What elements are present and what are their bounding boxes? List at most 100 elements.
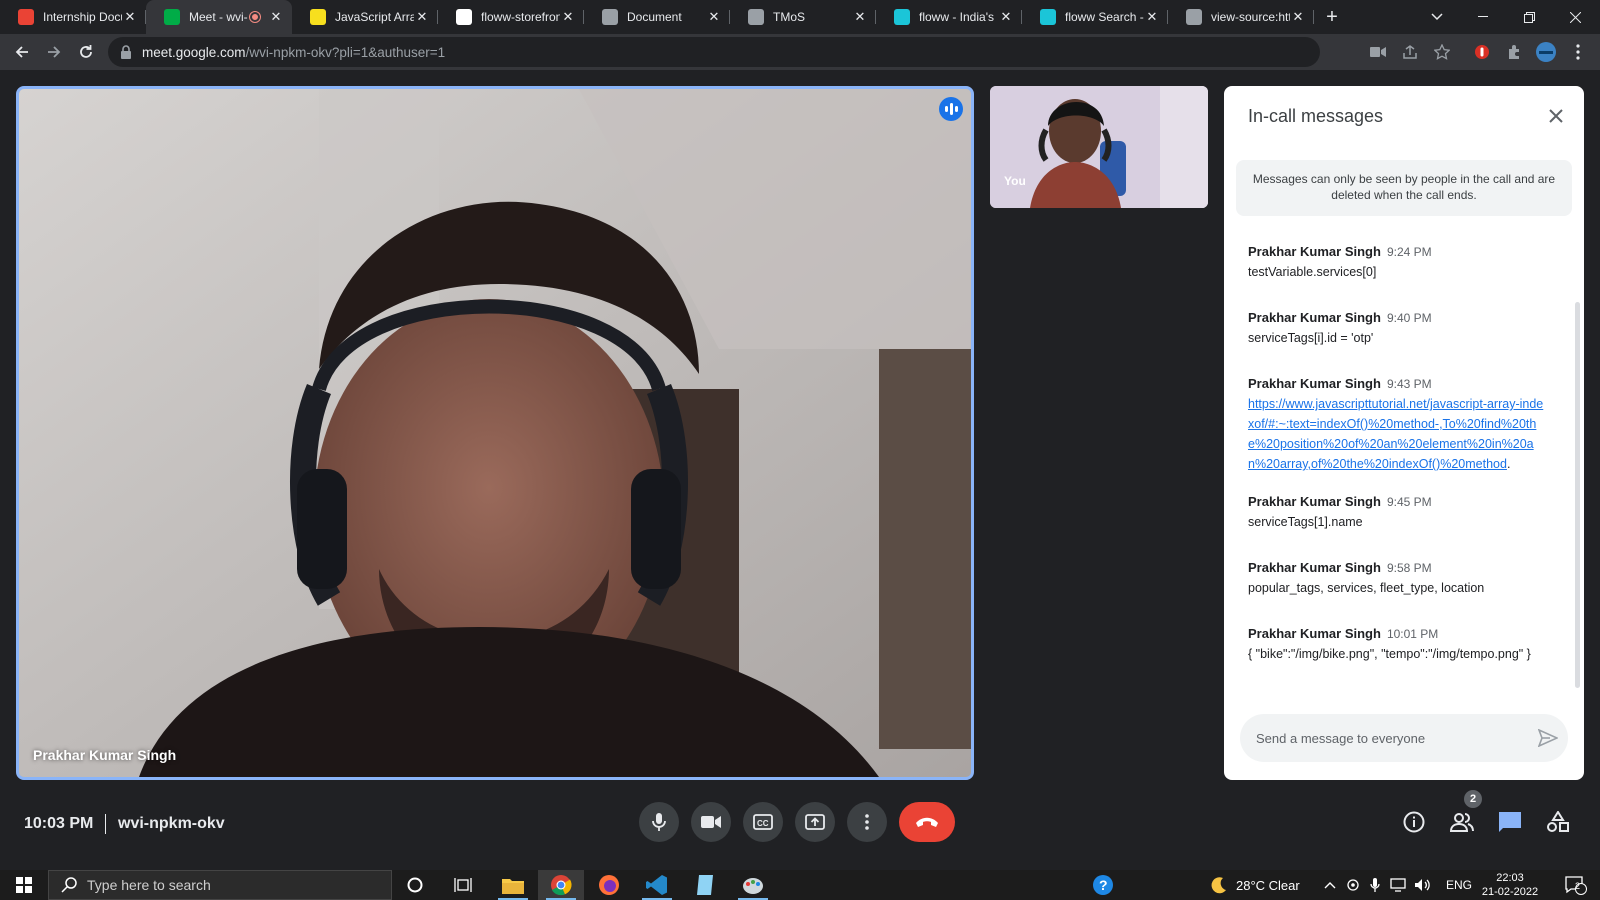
activities-button[interactable]: [1546, 810, 1570, 834]
camera-button[interactable]: [691, 802, 731, 842]
browser-tab[interactable]: floww Search - ✕: [1022, 0, 1168, 34]
microphone-tray-icon[interactable]: [1370, 870, 1380, 900]
message-body: testVariable.services[0]: [1248, 265, 1377, 279]
globe-icon: [1186, 9, 1202, 25]
close-tab-icon[interactable]: ✕: [998, 9, 1014, 25]
task-view-icon: [454, 878, 472, 892]
close-tab-icon[interactable]: ✕: [414, 9, 430, 25]
vscode-icon: [646, 875, 667, 895]
forward-button[interactable]: [38, 36, 70, 68]
notification-count: 2: [1575, 881, 1581, 891]
firefox-app[interactable]: [586, 870, 632, 900]
more-options-button[interactable]: [847, 802, 887, 842]
people-icon: [1450, 813, 1474, 832]
message-time: 9:24 PM: [1386, 245, 1432, 259]
browser-tab[interactable]: Meet - wvi- ✕: [146, 0, 292, 34]
meeting-details-button[interactable]: [1402, 810, 1426, 834]
microphone-button[interactable]: [639, 802, 679, 842]
paint-app[interactable]: [730, 870, 776, 900]
browser-tab[interactable]: JavaScript Array ✕: [292, 0, 438, 34]
browser-tab[interactable]: Internship Docu ✕: [0, 0, 146, 34]
present-screen-button[interactable]: [795, 802, 835, 842]
close-tab-icon[interactable]: ✕: [122, 9, 138, 25]
reload-button[interactable]: [70, 36, 102, 68]
moon-icon: [1211, 877, 1226, 894]
vscode-app[interactable]: [634, 870, 680, 900]
close-tab-icon[interactable]: ✕: [268, 9, 284, 25]
message-input[interactable]: [1256, 730, 1528, 746]
browser-tab[interactable]: floww - India's ✕: [876, 0, 1022, 34]
camera-in-use-icon[interactable]: [1362, 36, 1394, 68]
chat-button[interactable]: [1498, 810, 1522, 834]
tab-search-button[interactable]: [1414, 0, 1460, 34]
close-tab-icon[interactable]: ✕: [1144, 9, 1160, 25]
chat-message: Prakhar Kumar Singh 9:40 PM serviceTags[i]…: [1248, 308, 1548, 348]
chrome-app[interactable]: [538, 870, 584, 900]
volume-tray-icon[interactable]: [1414, 870, 1432, 900]
start-button[interactable]: [0, 870, 48, 900]
weather-widget[interactable]: 28°C Clear: [1210, 870, 1300, 900]
language-indicator[interactable]: ENG: [1446, 870, 1472, 900]
send-button[interactable]: [1528, 729, 1568, 747]
message-list-scrollbar[interactable]: [1575, 302, 1580, 688]
file-explorer-app[interactable]: [490, 870, 536, 900]
taskbar-clock[interactable]: 22:03 21-02-2022: [1480, 870, 1540, 900]
show-hidden-icons-button[interactable]: [1324, 870, 1336, 900]
close-window-button[interactable]: [1552, 0, 1598, 34]
tab-title: view-source:htt: [1211, 10, 1290, 24]
message-sender: Prakhar Kumar Singh: [1248, 560, 1381, 575]
self-view-tile[interactable]: You: [990, 86, 1208, 208]
close-tab-icon[interactable]: ✕: [1290, 9, 1306, 25]
captions-button[interactable]: CC: [743, 802, 783, 842]
message-compose: [1240, 714, 1568, 762]
chevron-up-icon: [1324, 882, 1336, 889]
browser-menu-icon[interactable]: [1562, 36, 1594, 68]
close-tab-icon[interactable]: ✕: [706, 9, 722, 25]
browser-tab[interactable]: TMoS ✕: [730, 0, 876, 34]
in-call-messages-panel: In-call messages Messages can only be se…: [1224, 86, 1584, 780]
more-vert-icon: [865, 814, 869, 830]
tab-list: Internship Docu ✕ Meet - wvi- ✕ JavaScript A…: [0, 0, 1314, 34]
taskbar-search-box[interactable]: Type here to search: [48, 870, 392, 900]
share-icon[interactable]: [1394, 36, 1426, 68]
cortana-button[interactable]: [392, 870, 438, 900]
notification-center-button[interactable]: 2: [1556, 870, 1596, 900]
browser-toolbar: meet.google.com/wvi-npkm-okv?pli=1&authu…: [0, 34, 1600, 70]
back-button[interactable]: [6, 36, 38, 68]
people-button[interactable]: [1450, 810, 1474, 834]
close-tab-icon[interactable]: ✕: [560, 9, 576, 25]
browser-tab[interactable]: Document ✕: [584, 0, 730, 34]
help-tray-icon[interactable]: ?: [1092, 870, 1114, 900]
globe-icon: [748, 9, 764, 25]
message-body: { "bike":"/img/bike.png", "tempo":"/img/…: [1248, 647, 1531, 661]
address-bar[interactable]: meet.google.com/wvi-npkm-okv?pli=1&authu…: [108, 37, 1320, 67]
extensions-puzzle-icon[interactable]: [1498, 36, 1530, 68]
chevron-down-icon: [1431, 13, 1443, 21]
message-link[interactable]: https://www.javascripttutorial.net/javas…: [1248, 397, 1543, 471]
task-view-button[interactable]: [440, 870, 486, 900]
bookmark-star-icon[interactable]: [1426, 36, 1458, 68]
close-tab-icon[interactable]: ✕: [852, 9, 868, 25]
tab-title: Internship Docu: [43, 10, 122, 24]
message-header: Prakhar Kumar Singh 9:40 PM: [1248, 308, 1548, 328]
message-sender: Prakhar Kumar Singh: [1248, 244, 1381, 259]
url-host: meet.google.com: [142, 44, 246, 60]
activities-shapes-icon: [1547, 811, 1569, 832]
browser-tab[interactable]: view-source:htt ✕: [1168, 0, 1314, 34]
camera-tray-icon[interactable]: [1346, 870, 1360, 900]
reload-icon: [80, 45, 92, 58]
profile-avatar-icon[interactable]: [1530, 36, 1562, 68]
browser-tab[interactable]: floww-storefron ✕: [438, 0, 584, 34]
message-time: 9:40 PM: [1386, 311, 1432, 325]
restore-button[interactable]: [1506, 0, 1552, 34]
close-panel-button[interactable]: [1544, 104, 1568, 128]
new-tab-button[interactable]: +: [1314, 6, 1350, 29]
notes-app[interactable]: [682, 870, 728, 900]
message-body: serviceTags[1].name: [1248, 515, 1363, 529]
minimize-button[interactable]: [1460, 0, 1506, 34]
network-tray-icon[interactable]: [1390, 870, 1408, 900]
leave-call-button[interactable]: [899, 802, 955, 842]
meeting-time: 10:03 PM: [24, 815, 94, 832]
participant-video-image: [19, 89, 971, 777]
extension-red-icon[interactable]: [1466, 36, 1498, 68]
